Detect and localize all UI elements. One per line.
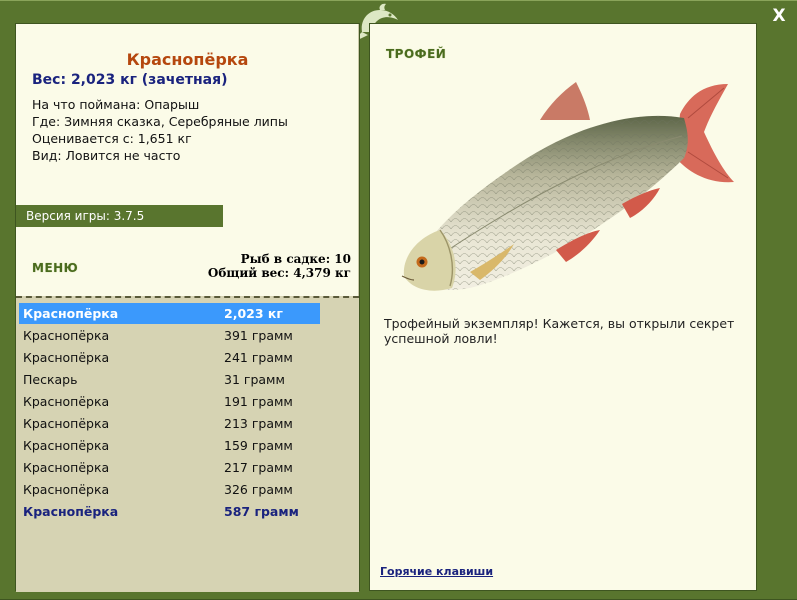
fish-weight: Вес: 2,023 кг (зачетная): [32, 72, 228, 88]
keepnet-count: Рыб в садке: 10: [240, 252, 351, 266]
catch-row-name: Краснопёрка: [23, 438, 110, 453]
catch-row-name: Краснопёрка: [23, 504, 119, 519]
catch-row[interactable]: Краснопёрка 391 грамм: [19, 325, 320, 346]
left-panel: Краснопёрка Вес: 2,023 кг (зачетная) На …: [15, 23, 360, 592]
catch-row[interactable]: Краснопёрка 213 грамм: [19, 413, 320, 434]
catch-row-name: Краснопёрка: [23, 328, 110, 343]
rudd-fish-image: [401, 82, 734, 291]
catch-row[interactable]: Краснопёрка 159 грамм: [19, 435, 320, 456]
fish-info: На что поймана: Опарыш Где: Зимняя сказк…: [32, 96, 288, 164]
catch-row-name: Краснопёрка: [23, 350, 110, 365]
catch-row-weight: 2,023 кг: [224, 306, 283, 321]
catch-row-name: Краснопёрка: [23, 460, 110, 475]
catch-row-name: Краснопёрка: [23, 306, 119, 321]
catch-row[interactable]: Краснопёрка 2,023 кг: [19, 303, 320, 324]
catch-row[interactable]: Краснопёрка 326 грамм: [19, 479, 320, 500]
fish-name-title: Краснопёрка: [126, 50, 249, 69]
catch-row-weight: 159 грамм: [224, 438, 293, 453]
game-version-bar: Версия игры: 3.7.5: [16, 205, 223, 227]
catch-row[interactable]: Краснопёрка 587 грамм: [19, 501, 320, 522]
catch-row-weight: 587 грамм: [224, 504, 299, 519]
catch-row-name: Пескарь: [23, 372, 78, 387]
catch-row-weight: 213 грамм: [224, 416, 293, 431]
close-button[interactable]: X: [769, 6, 789, 26]
catch-row-weight: 217 грамм: [224, 460, 293, 475]
keepnet-total-weight: Общий вес: 4,379 кг: [207, 266, 351, 280]
catch-row-weight: 241 грамм: [224, 350, 293, 365]
right-panel: ТРОФЕЙ Трофейный экземпляр! Кажется, вы …: [369, 23, 757, 591]
menu-button[interactable]: МЕНЮ: [32, 261, 78, 275]
catch-row-name: Краснопёрка: [23, 416, 110, 431]
fish-rated-from: Оценивается с: 1,651 кг: [32, 131, 192, 146]
frame-highlight-top: [0, 0, 797, 1]
catch-row-weight: 391 грамм: [224, 328, 293, 343]
hotkeys-link[interactable]: Горячие клавиши: [380, 565, 493, 578]
catch-row-weight: 191 грамм: [224, 394, 293, 409]
catch-row-weight: 326 грамм: [224, 482, 293, 497]
catch-row[interactable]: Краснопёрка 191 грамм: [19, 391, 320, 412]
fish-species-note: Вид: Ловится не часто: [32, 148, 181, 163]
fish-bait: На что поймана: Опарыш: [32, 97, 200, 112]
catch-row-weight: 31 грамм: [224, 372, 285, 387]
catch-row[interactable]: Краснопёрка 241 грамм: [19, 347, 320, 368]
catch-row-name: Краснопёрка: [23, 482, 110, 497]
catch-list: Краснопёрка 2,023 кг Краснопёрка 391 гра…: [16, 296, 359, 592]
catch-row[interactable]: Краснопёрка 217 грамм: [19, 457, 320, 478]
catch-row-name: Краснопёрка: [23, 394, 110, 409]
keepnet-summary: Рыб в садке: 10 Общий вес: 4,379 кг: [208, 252, 351, 280]
trophy-description: Трофейный экземпляр! Кажется, вы открыли…: [384, 316, 735, 346]
catch-row[interactable]: Пескарь 31 грамм: [19, 369, 320, 390]
fish-location: Где: Зимняя сказка, Серебряные липы: [32, 114, 288, 129]
